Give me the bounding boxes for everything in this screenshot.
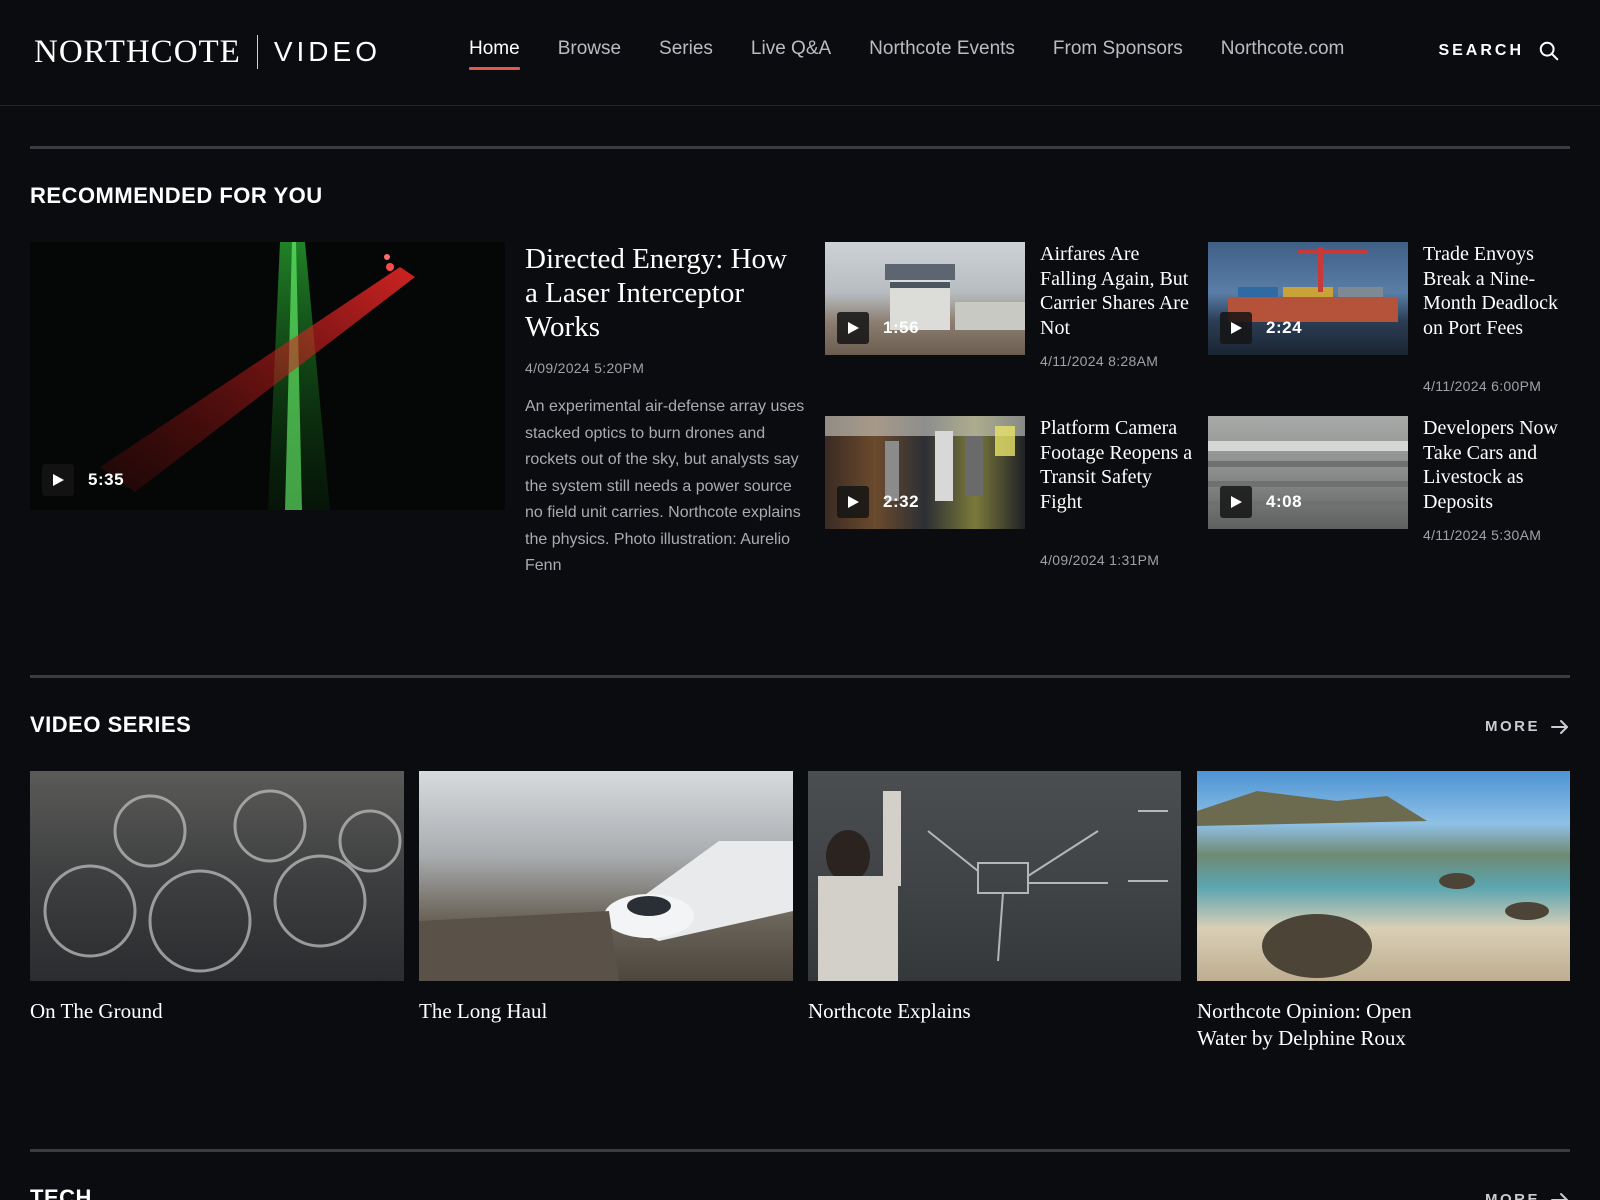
play-badge[interactable]: 4:08 <box>1220 486 1302 518</box>
section-divider <box>30 1149 1570 1152</box>
nav-item-northcote-com[interactable]: Northcote.com <box>1221 38 1345 70</box>
arrow-right-icon <box>1551 1192 1568 1200</box>
section-title-tech: TECH <box>30 1185 92 1200</box>
video-thumbnail[interactable]: 4:08 <box>1208 416 1408 529</box>
site-logo[interactable]: NORTHCOTE VIDEO <box>34 32 381 72</box>
series-thumbnail[interactable] <box>1197 771 1570 981</box>
video-thumbnail[interactable]: 1:56 <box>825 242 1025 355</box>
video-duration: 1:56 <box>883 318 920 337</box>
section-title-series: VIDEO SERIES <box>30 712 192 737</box>
video-duration: 2:24 <box>1266 318 1303 337</box>
series-thumbnail[interactable] <box>419 771 793 981</box>
series-title[interactable]: Northcote Opinion: Open Water by Delphin… <box>1197 998 1457 1052</box>
play-icon <box>1220 486 1252 518</box>
nav-item-series[interactable]: Series <box>659 38 713 70</box>
search-button[interactable]: SEARCH <box>1438 40 1560 62</box>
video-headline[interactable]: Trade Envoys Break a Nine-Month Deadlock… <box>1423 242 1573 340</box>
series-more-link[interactable]: MORE <box>1485 718 1570 735</box>
tech-more-link[interactable]: MORE <box>1485 1191 1570 1200</box>
search-icon <box>1539 41 1559 61</box>
site-header: NORTHCOTE VIDEO Home Browse Series Live … <box>0 0 1600 106</box>
section-divider <box>30 675 1570 678</box>
logo-brand: NORTHCOTE <box>34 33 241 70</box>
more-label: MORE <box>1485 718 1540 735</box>
video-timestamp: 4/09/2024 1:31PM <box>1040 552 1160 568</box>
more-label: MORE <box>1485 1191 1540 1200</box>
section-title-recommended: RECOMMENDED FOR YOU <box>30 183 323 208</box>
arrow-right-icon <box>1551 719 1568 734</box>
play-badge[interactable]: 2:32 <box>837 486 919 518</box>
feature-timestamp: 4/09/2024 5:20PM <box>525 360 645 376</box>
feature-video-thumbnail[interactable]: 5:35 <box>30 242 505 510</box>
nav-item-events[interactable]: Northcote Events <box>869 38 1015 70</box>
bullet-train-illustration <box>419 841 793 981</box>
feature-headline[interactable]: Directed Energy: How a Laser Interceptor… <box>525 242 805 344</box>
play-icon <box>1220 312 1252 344</box>
play-icon <box>837 486 869 518</box>
video-headline[interactable]: Developers Now Take Cars and Livestock a… <box>1423 416 1573 514</box>
main-nav: Home Browse Series Live Q&A Northcote Ev… <box>469 38 1382 70</box>
search-label: SEARCH <box>1438 42 1524 59</box>
bicycles-illustration <box>43 789 402 973</box>
feature-play-badge[interactable]: 5:35 <box>42 464 124 496</box>
series-title[interactable]: Northcote Explains <box>808 998 1181 1025</box>
video-timestamp: 4/11/2024 8:28AM <box>1040 353 1159 369</box>
nav-item-home[interactable]: Home <box>469 38 520 70</box>
section-divider <box>30 146 1570 149</box>
video-duration: 5:35 <box>88 470 125 489</box>
video-thumbnail[interactable]: 2:24 <box>1208 242 1408 355</box>
logo-divider <box>256 35 258 69</box>
play-icon <box>837 312 869 344</box>
nav-item-sponsors[interactable]: From Sponsors <box>1053 38 1183 70</box>
video-duration: 2:32 <box>883 492 920 511</box>
video-timestamp: 4/11/2024 6:00PM <box>1423 378 1542 394</box>
play-badge[interactable]: 1:56 <box>837 312 919 344</box>
video-thumbnail[interactable]: 2:32 <box>825 416 1025 529</box>
video-timestamp: 4/11/2024 5:30AM <box>1423 527 1542 543</box>
video-headline[interactable]: Airfares Are Falling Again, But Carrier … <box>1040 242 1195 340</box>
video-headline[interactable]: Platform Camera Footage Reopens a Transi… <box>1040 416 1195 514</box>
lecturer-illustration <box>818 791 901 981</box>
logo-section: VIDEO <box>273 36 381 67</box>
feature-summary: An experimental air-defense array uses s… <box>525 398 805 574</box>
play-badge[interactable]: 2:24 <box>1220 312 1302 344</box>
beach-illustration <box>1197 791 1549 978</box>
series-title[interactable]: On The Ground <box>30 998 404 1025</box>
series-title[interactable]: The Long Haul <box>419 998 793 1025</box>
play-icon <box>42 464 74 496</box>
nav-item-browse[interactable]: Browse <box>558 38 621 70</box>
series-thumbnail[interactable] <box>808 771 1181 981</box>
video-duration: 4:08 <box>1266 492 1303 511</box>
series-thumbnail[interactable] <box>30 771 404 981</box>
nav-item-live-qa[interactable]: Live Q&A <box>751 38 831 70</box>
